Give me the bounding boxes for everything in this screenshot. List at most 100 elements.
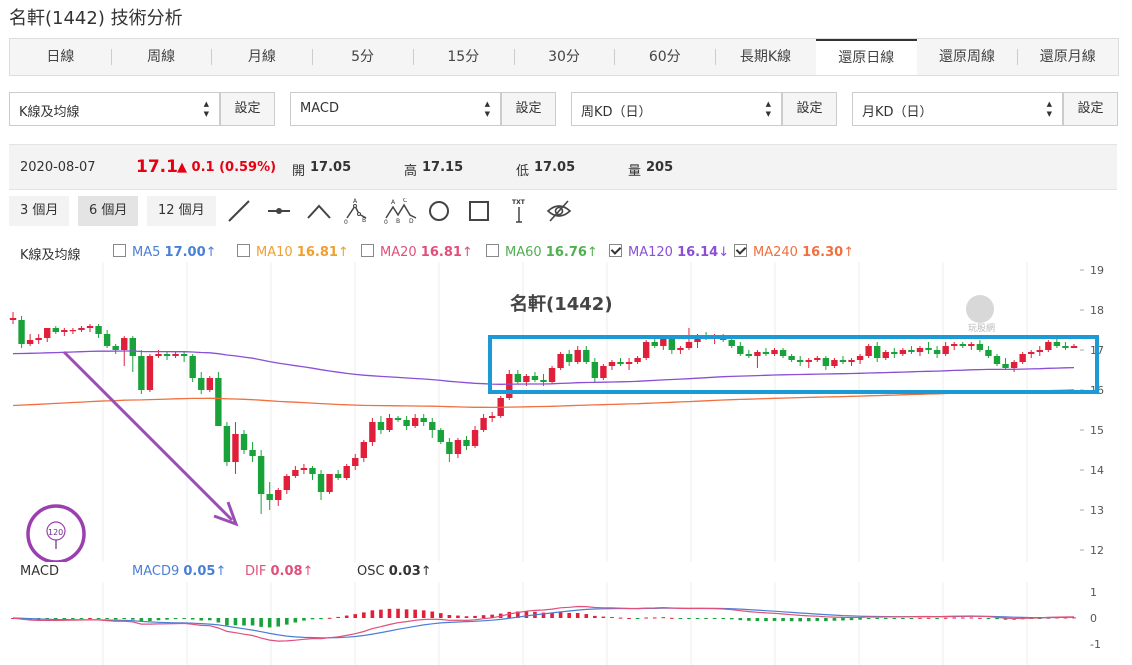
abcd-label-zero: 0 (384, 219, 388, 224)
legend-ma60[interactable]: MA60 16.76↑ (486, 244, 598, 260)
tab-1[interactable]: 周線 (110, 39, 212, 75)
range-3-months-button[interactable]: 3 個月 (9, 196, 70, 226)
candle-body (514, 374, 522, 382)
legend-ma20[interactable]: MA20 16.81↑ (361, 244, 473, 260)
circle-tool-icon[interactable] (426, 198, 452, 224)
ma20-checkbox[interactable] (361, 244, 374, 257)
ma60-name: MA60 (505, 245, 542, 260)
line-tool-icon[interactable] (226, 198, 252, 224)
legend-ma240[interactable]: MA240 16.30↑ (734, 244, 854, 260)
candle (257, 450, 265, 514)
candle (240, 430, 248, 454)
osc-bar (481, 615, 486, 618)
candle-body (1053, 342, 1061, 346)
sub-indicator-3-settings-button[interactable]: 設定 (1063, 92, 1118, 126)
osc-bar (824, 618, 828, 622)
segment-tool-icon[interactable] (266, 198, 292, 224)
rectangle-tool-icon[interactable] (466, 198, 492, 224)
main-indicator-select[interactable]: K線及均線 ▲ ▼ (9, 92, 220, 126)
osc-value: 0.03 (388, 564, 421, 579)
dif-legend: DIF 0.08↑ (245, 564, 313, 579)
ma-legend-label: K線及均線 (20, 248, 81, 263)
candle (129, 336, 136, 372)
candle-body (292, 470, 299, 476)
hide-drawings-icon[interactable] (546, 198, 572, 224)
candle (275, 488, 282, 506)
sub-indicator-1-settings-button[interactable]: 設定 (501, 92, 556, 126)
candle-body (343, 466, 350, 478)
abcd-pattern-icon[interactable]: A C B D 0 (384, 198, 418, 224)
osc-bar (806, 618, 811, 622)
volume-value: 205 (646, 160, 674, 175)
candle-body (463, 440, 470, 446)
candle (865, 344, 872, 358)
candle (874, 342, 881, 362)
range-12-months-button[interactable]: 12 個月 (147, 196, 216, 226)
ma60-checkbox[interactable] (486, 244, 499, 257)
ma5-checkbox[interactable] (113, 244, 126, 257)
tab-7[interactable]: 長期K線 (715, 39, 816, 75)
candle (437, 428, 445, 444)
tab-6[interactable]: 60分 (614, 39, 715, 75)
ma240-checkbox[interactable] (734, 244, 747, 257)
candle-body (266, 494, 273, 500)
candle (1010, 360, 1018, 372)
select-arrows-icon: ▲ ▼ (765, 100, 771, 118)
osc-bar (952, 617, 957, 619)
candle (172, 352, 179, 358)
candle-body (52, 328, 59, 332)
candle-body (959, 344, 966, 346)
tab-0[interactable]: 日線 (10, 39, 111, 75)
sub-indicator-1-select[interactable]: MACD ▲ ▼ (290, 92, 501, 126)
sub-indicator-2-settings-button[interactable]: 設定 (782, 92, 837, 126)
price-chart[interactable]: 1918171615141312名軒(1442)玩股網120 (0, 262, 1132, 562)
range-6-months-button[interactable]: 6 個月 (78, 196, 139, 226)
period-tabs: 日線 周線 月線 5分 15分 30分 60分 長期K線 還原日線 還原周線 還原月線 (9, 38, 1119, 76)
ma20-arrow: ↑ (461, 245, 473, 260)
candle (403, 416, 410, 430)
candle-body (771, 350, 778, 354)
candle (728, 338, 735, 348)
candle-body (574, 350, 581, 362)
candle-body (377, 422, 385, 430)
ma120-checkbox[interactable] (609, 244, 622, 257)
tab-3[interactable]: 5分 (312, 39, 413, 75)
tab-8[interactable]: 還原日線 (815, 39, 917, 75)
sub-indicator-2-select[interactable]: 周KD（日） ▲ ▼ (571, 92, 782, 126)
tab-4[interactable]: 15分 (412, 39, 514, 75)
legend-ma120[interactable]: MA120 16.14↓ (609, 244, 729, 260)
osc-bar (96, 618, 101, 619)
macd-chart[interactable]: 1 0 -1 (0, 582, 1132, 665)
ma10-value: 16.81 (296, 245, 338, 260)
legend-ma10[interactable]: MA10 16.81↑ (237, 244, 349, 260)
candle-body (677, 348, 684, 350)
osc-bar (464, 616, 469, 618)
osc-bar (456, 615, 460, 618)
osc-bar (601, 616, 606, 618)
candle (583, 346, 590, 364)
candle (266, 482, 273, 510)
y-tick-label: 15 (1090, 424, 1104, 437)
osc-bar (935, 618, 939, 619)
text-tool-icon[interactable]: TXT (506, 198, 532, 224)
tab-9[interactable]: 還原周線 (917, 39, 1018, 75)
tab-10[interactable]: 還原月線 (1017, 39, 1118, 75)
ma10-checkbox[interactable] (237, 244, 250, 257)
ma20-value: 16.81 (420, 245, 462, 260)
tab-5[interactable]: 30分 (513, 39, 615, 75)
angle-tool-icon[interactable] (306, 198, 332, 224)
macd-legend-label: MACD (20, 564, 59, 579)
osc-bar (421, 610, 426, 618)
legend-ma5[interactable]: MA5 17.00↑ (113, 244, 217, 260)
abc-pattern-icon[interactable]: A B 0 (344, 198, 370, 224)
osc-bar (216, 618, 221, 623)
tab-2[interactable]: 月線 (211, 39, 312, 75)
candle (420, 414, 427, 426)
ma60-arrow: ↑ (586, 245, 598, 260)
osc-bar (986, 618, 991, 619)
text-tool-label: TXT (512, 199, 526, 206)
candle-body (369, 422, 376, 442)
main-indicator-settings-button[interactable]: 設定 (220, 92, 275, 126)
candle-body (531, 376, 539, 380)
sub-indicator-3-select[interactable]: 月KD（日） ▲ ▼ (852, 92, 1063, 126)
